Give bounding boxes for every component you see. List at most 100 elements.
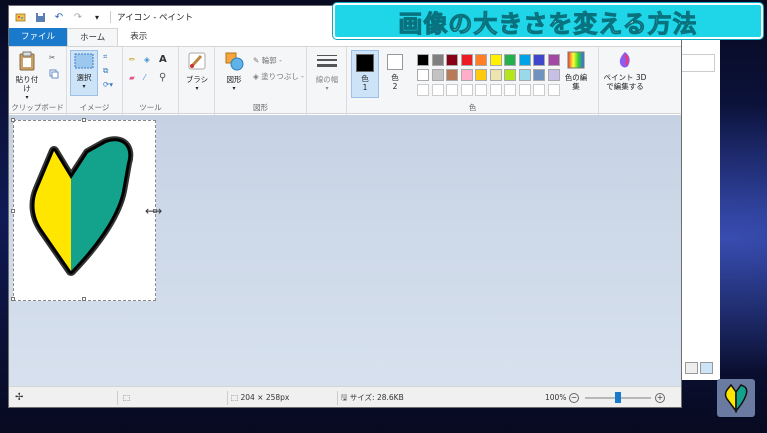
- size-dropdown-icon: ▾: [325, 85, 329, 92]
- cut-icon[interactable]: ✂: [49, 53, 55, 62]
- fill-shape-label: 塗りつぶし -: [261, 72, 304, 81]
- group-colors: 色 1 色 2 色の編集 色: [347, 47, 599, 115]
- palette-swatch[interactable]: [547, 54, 560, 66]
- color2-number: 2: [392, 82, 398, 91]
- resize-handle-left[interactable]: [11, 209, 15, 213]
- tab-file[interactable]: ファイル: [9, 28, 68, 46]
- zoom-out-icon: −: [569, 393, 579, 403]
- crop-icon[interactable]: ⌗: [103, 52, 107, 62]
- group-paint3d: ペイント 3D で編集する: [599, 47, 651, 115]
- palette-swatch[interactable]: [475, 69, 487, 81]
- save-icon[interactable]: [33, 10, 47, 24]
- palette-swatch[interactable]: [533, 84, 545, 96]
- palette-swatch[interactable]: [417, 54, 429, 66]
- resize-handle-top[interactable]: [82, 118, 86, 122]
- cursor-position-icon: ✢: [15, 392, 24, 403]
- palette-swatch[interactable]: [518, 69, 531, 81]
- palette-swatch[interactable]: [518, 84, 531, 96]
- undo-icon[interactable]: ↶: [52, 10, 66, 24]
- resize-handle-bottom-left[interactable]: [11, 297, 15, 301]
- color1-button[interactable]: 色 1: [351, 50, 379, 98]
- ribbon: 貼り付け ▾ ✂ クリップボード 選択 ▾ ⌗ ⧉ ⟳▾ イメージ ✏ ◈ A …: [9, 46, 681, 115]
- zoom-out-button[interactable]: −: [569, 387, 579, 407]
- shapes-button[interactable]: 図形 ▾: [221, 51, 247, 93]
- dimensions-value: 204 × 258px: [240, 393, 290, 402]
- shapes-icon: [221, 51, 247, 73]
- palette-swatch[interactable]: [489, 84, 502, 96]
- palette-swatch[interactable]: [518, 54, 531, 66]
- palette-swatch[interactable]: [547, 84, 560, 96]
- size-button[interactable]: 線の幅 ▾: [312, 53, 342, 93]
- resize-icon[interactable]: ⧉: [103, 66, 108, 76]
- palette-swatch[interactable]: [504, 84, 516, 96]
- zoom-slider-thumb[interactable]: [615, 392, 621, 403]
- fill-icon[interactable]: ◈: [144, 55, 150, 64]
- resize-handle-top-left[interactable]: [11, 118, 15, 122]
- palette-swatch[interactable]: [475, 54, 487, 66]
- color1-swatch: [356, 54, 374, 72]
- selection-size-icon: ⬚: [123, 393, 131, 402]
- view-list-button[interactable]: [685, 362, 698, 374]
- pencil-icon[interactable]: ✏: [129, 55, 135, 64]
- brush-button[interactable]: ブラシ ▾: [183, 51, 211, 93]
- color1-number: 1: [362, 83, 368, 92]
- eraser-icon[interactable]: ▰: [129, 73, 135, 82]
- palette-swatch[interactable]: [489, 69, 502, 81]
- image-canvas[interactable]: ⟷: [11, 118, 162, 301]
- group-image: 選択 ▾ ⌗ ⧉ ⟳▾ イメージ: [67, 47, 123, 115]
- edit-colors-label: 色の編集: [564, 73, 588, 91]
- select-button[interactable]: 選択 ▾: [70, 50, 98, 96]
- palette-swatch[interactable]: [460, 84, 473, 96]
- palette-swatch[interactable]: [533, 54, 545, 66]
- group-shapes: 図形 ▾ ✎ 輪郭 - ◈ 塗りつぶし - 図形: [215, 47, 307, 115]
- outline-button[interactable]: ✎ 輪郭 -: [253, 55, 282, 66]
- tab-view[interactable]: 表示: [118, 28, 159, 46]
- palette-swatch[interactable]: [504, 69, 516, 81]
- color2-label: 色: [391, 73, 399, 82]
- palette-swatch[interactable]: [533, 69, 545, 81]
- redo-icon[interactable]: ↷: [71, 10, 85, 24]
- palette-swatch[interactable]: [446, 84, 458, 96]
- palette-swatch[interactable]: [417, 69, 429, 81]
- wakaba-mark-image: [29, 136, 134, 276]
- fill-shape-button[interactable]: ◈ 塗りつぶし -: [253, 71, 304, 82]
- status-divider: [117, 391, 118, 405]
- palette-swatch[interactable]: [446, 54, 458, 66]
- palette-swatch[interactable]: [460, 69, 473, 81]
- palette-swatch[interactable]: [460, 54, 473, 66]
- edit-colors-button[interactable]: 色の編集: [561, 51, 591, 91]
- paint3d-button[interactable]: ペイント 3D で編集する: [601, 51, 649, 91]
- customize-icon[interactable]: ▾: [90, 10, 104, 24]
- zoom-in-button[interactable]: +: [655, 387, 665, 407]
- palette-swatch[interactable]: [475, 84, 487, 96]
- line-width-icon: [312, 53, 342, 73]
- view-details-button[interactable]: [700, 362, 713, 374]
- palette-swatch[interactable]: [446, 69, 458, 81]
- palette-swatch[interactable]: [417, 84, 429, 96]
- zoom-slider[interactable]: [585, 392, 651, 403]
- paint3d-label: ペイント 3D で編集する: [603, 73, 647, 91]
- size-label: 線の幅: [315, 75, 339, 84]
- copy-icon[interactable]: [49, 69, 59, 81]
- paint-app-icon[interactable]: [14, 10, 28, 24]
- tools-group-label: ツール: [139, 103, 162, 112]
- color-picker-icon[interactable]: ⁄: [144, 73, 145, 82]
- status-divider: [227, 391, 228, 405]
- palette-swatch[interactable]: [431, 69, 444, 81]
- palette-swatch[interactable]: [431, 54, 444, 66]
- resize-cursor-icon: ⟷: [145, 204, 163, 218]
- palette-swatch[interactable]: [547, 69, 560, 81]
- palette-swatch[interactable]: [504, 54, 516, 66]
- palette-swatch[interactable]: [431, 84, 444, 96]
- tab-home[interactable]: ホーム: [67, 28, 119, 46]
- group-clipboard: 貼り付け ▾ ✂ クリップボード: [9, 47, 67, 115]
- resize-handle-bottom[interactable]: [82, 297, 86, 301]
- file-size: 🖫 サイズ: 28.6KB: [341, 387, 404, 407]
- text-tool-icon[interactable]: A: [159, 54, 167, 65]
- paste-button[interactable]: 貼り付け ▾: [13, 51, 41, 102]
- brush-label: ブラシ: [185, 75, 209, 84]
- magnifier-icon[interactable]: ⚲: [159, 72, 166, 83]
- color2-button[interactable]: 色 2: [381, 50, 409, 98]
- rotate-icon[interactable]: ⟳▾: [103, 80, 113, 89]
- palette-swatch[interactable]: [489, 54, 502, 66]
